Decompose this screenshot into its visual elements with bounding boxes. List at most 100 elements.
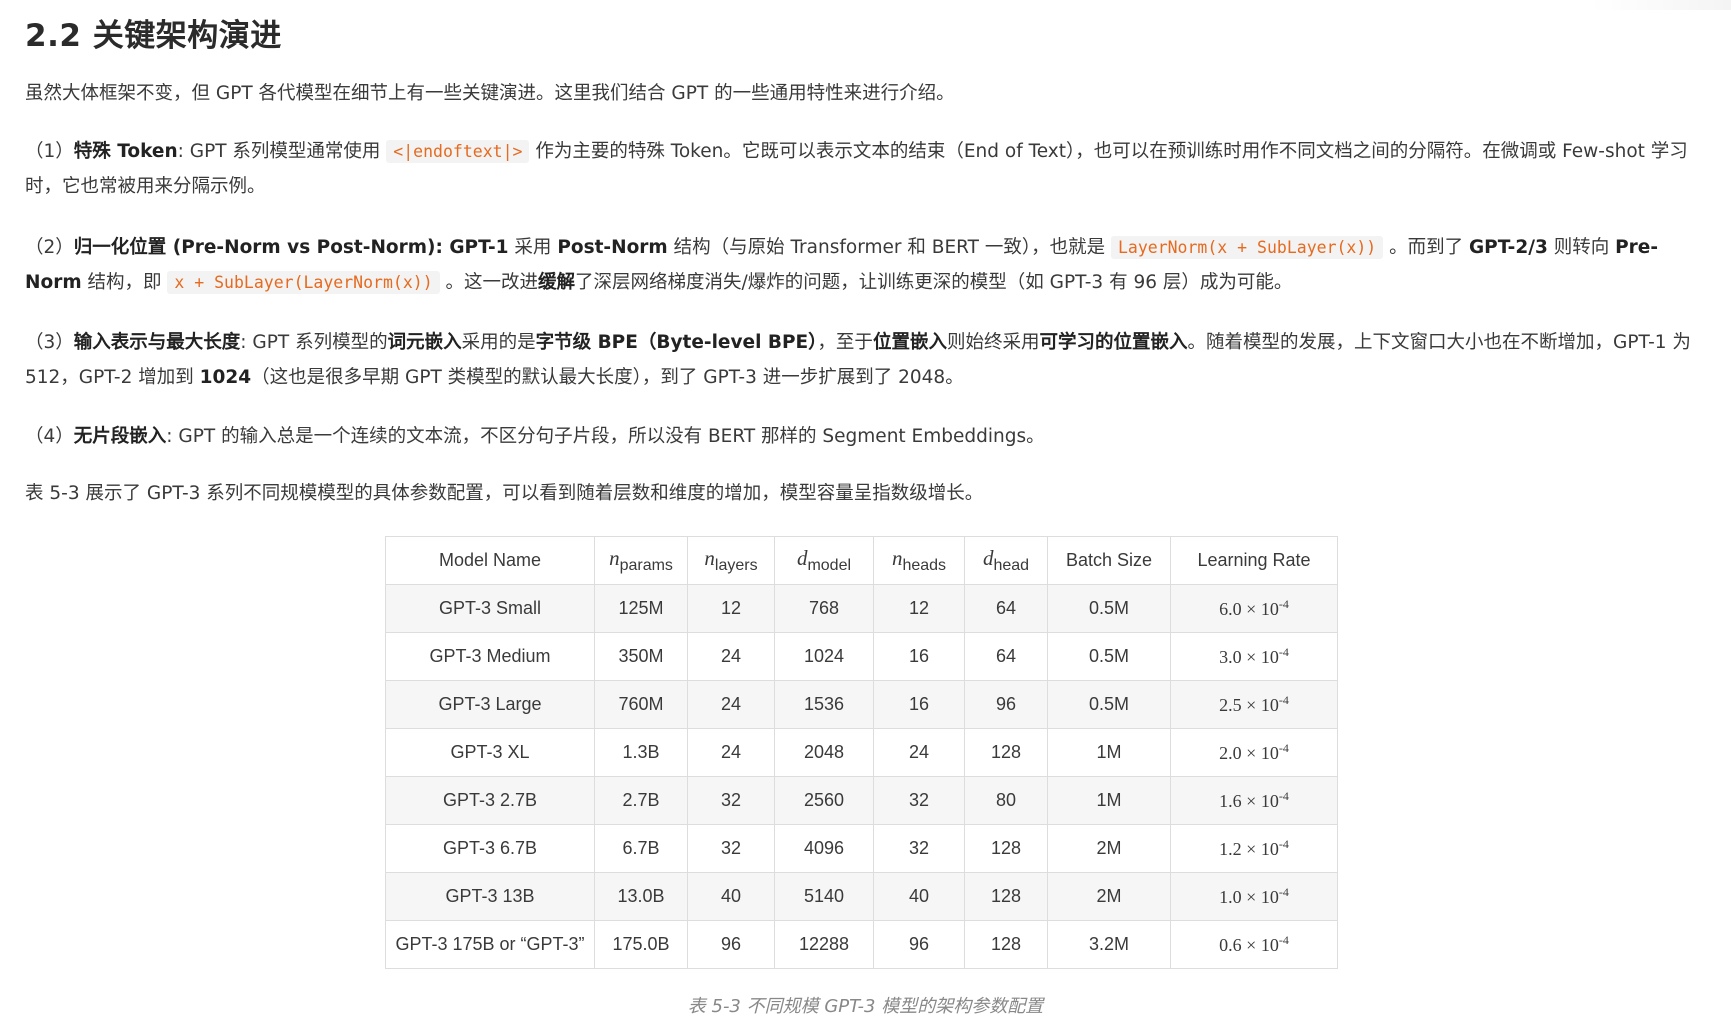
lr-exponent: -4 (1278, 789, 1289, 803)
inline-code: x + SubLayer(LayerNorm(x)) (167, 271, 440, 294)
cell-d-head: 64 (964, 632, 1048, 681)
lr-exponent: -4 (1278, 837, 1289, 851)
lr-mantissa: 2.5 × 10 (1219, 695, 1279, 715)
header-batch-size: Batch Size (1047, 536, 1171, 585)
cell-d-model: 1024 (774, 632, 874, 681)
header-subscript: model (807, 557, 852, 574)
cell-batch-size: 2M (1047, 872, 1171, 921)
header-symbol: n (704, 546, 715, 570)
lr-mantissa: 1.6 × 10 (1219, 791, 1279, 811)
text: 采用 (508, 237, 558, 258)
point-3-input-representation: （3）输入表示与最大长度: GPT 系列模型的词元嵌入采用的是字节级 BPE（B… (25, 325, 1705, 395)
inline-code: <|endoftext|> (386, 140, 530, 163)
cell-model-name: GPT-3 2.7B (385, 776, 595, 825)
cell-d-head: 96 (964, 680, 1048, 729)
table-row: GPT-3 6.7B 6.7B 32 4096 32 128 2M 1.2 × 10-4 (385, 824, 1338, 873)
table-row: GPT-3 175B or “GPT-3” 175.0B 96 12288 96 128 3… (385, 920, 1338, 969)
cell-batch-size: 0.5M (1047, 584, 1171, 633)
cell-n-params: 13.0B (594, 872, 688, 921)
inline-code: LayerNorm(x + SubLayer(x)) (1110, 236, 1384, 259)
cell-learning-rate: 0.6 × 10-4 (1170, 920, 1338, 969)
header-subscript: head (993, 557, 1030, 574)
lr-mantissa: 0.6 × 10 (1219, 935, 1279, 955)
text: ，至于 (817, 332, 873, 353)
header-symbol: d (796, 546, 808, 570)
bold-text: 1024 (199, 367, 252, 388)
table-intro-paragraph: 表 5-3 展示了 GPT-3 系列不同规模模型的具体参数配置，可以看到随着层数… (25, 483, 984, 504)
cell-d-head: 128 (964, 824, 1048, 873)
text: （这也是很多早期 GPT 类模型的默认最大长度），到了 GPT-3 进一步扩展到… (251, 367, 964, 388)
section-heading: 2.2 关键架构演进 (25, 18, 282, 54)
lr-mantissa: 2.0 × 10 (1219, 743, 1279, 763)
table-row: GPT-3 13B 13.0B 40 5140 40 128 2M 1.0 × 10-4 (385, 872, 1338, 921)
point-number: （4） (25, 426, 74, 447)
table-row: GPT-3 Large 760M 24 1536 16 96 0.5M 2.5 × 10-4 (385, 680, 1338, 729)
bold-text: 缓解 (538, 272, 576, 293)
header-d-head: dhead (964, 536, 1048, 585)
text: : GPT 的输入总是一个连续的文本流，不区分句子片段，所以没有 BERT 那样… (166, 426, 1045, 447)
bold-text: 字节级 BPE（Byte-level BPE） (535, 332, 818, 353)
cell-n-params: 2.7B (594, 776, 688, 825)
text: 结构（与原始 Transformer 和 BERT 一致），也就是 (667, 237, 1111, 258)
cell-model-name: GPT-3 175B or “GPT-3” (385, 920, 595, 969)
cell-n-params: 1.3B (594, 728, 688, 777)
lr-mantissa: 1.0 × 10 (1219, 887, 1279, 907)
cell-n-params: 6.7B (594, 824, 688, 873)
header-learning-rate: Learning Rate (1170, 536, 1338, 585)
point-title: 输入表示与最大长度 (73, 332, 241, 353)
cell-n-params: 760M (594, 680, 688, 729)
cell-learning-rate: 1.2 × 10-4 (1170, 824, 1338, 873)
lr-exponent: -4 (1278, 741, 1289, 755)
table-header-row: Model Name nparams nlayers dmodel nheads… (385, 536, 1338, 585)
cell-n-layers: 96 (687, 920, 775, 969)
cell-learning-rate: 2.5 × 10-4 (1170, 680, 1338, 729)
point-2-normalization: （2）归一化位置 (Pre-Norm vs Post-Norm): GPT-1 … (25, 230, 1705, 300)
cell-d-model: 2048 (774, 728, 874, 777)
cell-n-layers: 24 (687, 680, 775, 729)
cell-model-name: GPT-3 6.7B (385, 824, 595, 873)
cell-d-model: 12288 (774, 920, 874, 969)
bold-text: 可学习的位置嵌入 (1039, 332, 1188, 353)
cell-n-layers: 32 (687, 824, 775, 873)
bold-text: 词元嵌入 (387, 332, 462, 353)
bold-text: Post-Norm (557, 237, 668, 258)
cell-d-head: 64 (964, 584, 1048, 633)
header-n-layers: nlayers (687, 536, 775, 585)
header-symbol: n (609, 546, 620, 570)
bold-text: GPT-2/3 (1469, 237, 1548, 258)
header-d-model: dmodel (774, 536, 874, 585)
lr-exponent: -4 (1278, 645, 1289, 659)
table-row: GPT-3 2.7B 2.7B 32 2560 32 80 1M 1.6 × 10-4 (385, 776, 1338, 825)
cell-learning-rate: 2.0 × 10-4 (1170, 728, 1338, 777)
cell-n-heads: 16 (873, 680, 965, 729)
cell-model-name: GPT-3 XL (385, 728, 595, 777)
header-label: Batch Size (1065, 550, 1153, 570)
cell-d-model: 2560 (774, 776, 874, 825)
cell-n-heads: 16 (873, 632, 965, 681)
cell-learning-rate: 1.6 × 10-4 (1170, 776, 1338, 825)
header-symbol: d (982, 546, 994, 570)
lr-exponent: -4 (1278, 597, 1289, 611)
cell-d-model: 768 (774, 584, 874, 633)
cell-n-heads: 96 (873, 920, 965, 969)
header-subscript: layers (714, 557, 758, 574)
cell-batch-size: 1M (1047, 728, 1171, 777)
cell-d-head: 80 (964, 776, 1048, 825)
text: : GPT 系列模型通常使用 (177, 141, 387, 162)
header-symbol: n (891, 546, 903, 570)
text: 则转向 (1547, 237, 1616, 258)
point-title: 特殊 Token (73, 141, 178, 162)
cell-model-name: GPT-3 Large (385, 680, 595, 729)
cell-d-model: 5140 (774, 872, 874, 921)
cell-batch-size: 0.5M (1047, 680, 1171, 729)
cell-n-layers: 32 (687, 776, 775, 825)
header-subscript: heads (902, 557, 947, 574)
text: 。这一改进 (439, 272, 539, 293)
lr-exponent: -4 (1278, 933, 1289, 947)
cell-learning-rate: 6.0 × 10-4 (1170, 584, 1338, 633)
cell-d-head: 128 (964, 920, 1048, 969)
text: 。而到了 (1383, 237, 1469, 258)
cell-n-layers: 24 (687, 632, 775, 681)
lr-mantissa: 1.2 × 10 (1219, 839, 1279, 859)
lr-mantissa: 3.0 × 10 (1219, 647, 1279, 667)
